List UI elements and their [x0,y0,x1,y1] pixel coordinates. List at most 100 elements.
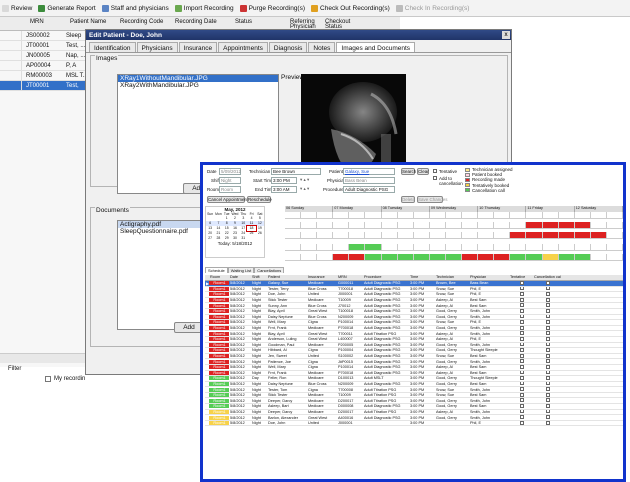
schedule-slot[interactable] [301,212,318,219]
tentative-checkbox-cell[interactable] [509,303,533,308]
tentative-checkbox[interactable] [519,364,524,369]
cancellation-checkbox-cell[interactable] [533,392,561,398]
tentative-checkbox-cell[interactable] [509,314,533,320]
schedule-slot[interactable] [606,222,623,229]
schedule-slot[interactable] [365,212,382,219]
column-header[interactable]: Procedure [363,275,409,280]
start-time-spinner-icon[interactable]: ▾ ▴ ▾ [300,177,309,183]
schedule-slot[interactable] [365,244,382,251]
search-button[interactable]: Search [401,168,416,175]
column-header[interactable]: Cancellation call [533,275,561,280]
subtab-waiting-list[interactable]: Waiting List [227,267,255,273]
schedule-slot[interactable] [542,232,559,239]
schedule-slot[interactable] [381,212,398,219]
schedule-slot[interactable] [478,222,495,229]
tentative-checkbox[interactable] [519,415,524,420]
tentative-checkbox-cell[interactable] [509,409,533,415]
calendar-day[interactable]: 27 [206,236,214,241]
toolbar-button-6[interactable]: Check In Recording(s) [395,4,469,12]
schedule-slot[interactable] [590,212,607,219]
schedule-slot[interactable] [526,244,543,251]
grid-header-0[interactable]: MRN [30,17,44,25]
grid-header-4[interactable]: Status [235,17,252,25]
tentative-checkbox-cell[interactable] [509,325,533,331]
schedule-slot[interactable] [333,244,350,251]
schedule-slot[interactable] [494,222,511,229]
cancellation-checkbox-cell[interactable] [533,348,561,353]
schedule-slot[interactable] [429,222,446,229]
tab-physicians[interactable]: Physicians [136,42,178,52]
tentative-checkbox[interactable] [519,314,524,319]
tentative-checkbox-cell[interactable] [509,392,533,398]
schedule-slot[interactable] [590,244,607,251]
delete-button[interactable]: Delete [401,196,415,203]
tentative-checkbox-cell[interactable] [509,404,533,409]
column-header[interactable]: Physician [469,275,509,280]
grid-header-2[interactable]: Recording Code [120,17,163,25]
cancel-appointment-button[interactable]: Cancel Appointment [207,196,248,203]
schedule-slot[interactable] [365,232,382,239]
schedule-slot[interactable] [317,254,334,261]
cancellation-checkbox-cell[interactable] [533,297,561,303]
end-time-input[interactable]: 3:00 AM [271,186,297,193]
schedule-slot[interactable] [381,244,398,251]
room-select[interactable]: Room [219,186,241,193]
start-time-input[interactable]: 3:00 PM [271,177,297,184]
close-icon[interactable]: x [502,31,510,39]
tentative-checkbox[interactable] [519,336,524,341]
tentative-checkbox[interactable] [519,387,524,392]
cancellation-checkbox-cell[interactable] [533,320,561,325]
tentative-checkbox[interactable] [519,303,524,308]
toolbar-button-4[interactable]: Purge Recording(s) [239,4,305,12]
column-header[interactable]: Time [409,275,435,280]
schedule-slot[interactable] [301,222,318,229]
schedule-slot[interactable] [526,212,543,219]
cancellation-call-checkbox[interactable] [545,420,550,425]
tentative-checkbox[interactable] [519,359,524,364]
schedule-slot[interactable] [317,232,334,239]
clear-button[interactable]: Clear [417,168,429,175]
tab-insurance[interactable]: Insurance [178,42,218,52]
schedule-slot[interactable] [478,232,495,239]
schedule-slot[interactable] [333,222,350,229]
cancellation-checkbox-cell[interactable] [533,281,561,286]
month-calendar[interactable]: May, 2012 Sun Mon Tue Wed Thu Fri Sat 1 2 3 4 5 6 7 8 9… [205,206,265,258]
schedule-slot[interactable] [478,244,495,251]
schedule-slot[interactable] [526,222,543,229]
schedule-slot[interactable] [285,244,302,251]
schedule-slot[interactable] [317,222,334,229]
tentative-checkbox-cell[interactable] [509,292,533,297]
schedule-slot[interactable] [429,212,446,219]
schedule-slot[interactable] [413,244,430,251]
toolbar-button-3[interactable]: Import Recording [174,4,234,12]
tentative-checkbox[interactable] [519,281,524,285]
tentative-checkbox[interactable] [519,392,524,397]
schedule-slot[interactable] [590,232,607,239]
schedule-slot[interactable] [333,212,350,219]
schedule-slot[interactable] [574,244,591,251]
tab-appointments[interactable]: Appointments [218,42,268,52]
tentative-checkbox-cell[interactable] [509,376,533,381]
schedule-slot[interactable] [510,212,527,219]
save-changes-button[interactable]: Save Changes [417,196,448,203]
tab-diagnosis[interactable]: Diagnosis [268,42,308,52]
schedule-slot[interactable] [397,212,414,219]
schedule-slot[interactable] [606,232,623,239]
procedure-select[interactable]: Adult Diagnostic PSG [343,186,395,193]
subtab-schedule[interactable]: Schedule [205,267,228,273]
schedule-slot[interactable] [462,244,479,251]
schedule-slot[interactable] [349,254,366,261]
cancellation-checkbox-cell[interactable] [533,359,561,364]
tentative-checkbox[interactable] [519,331,524,336]
tentative-checkbox-cell[interactable] [509,342,533,348]
tentative-checkbox-cell[interactable] [509,297,533,303]
cancellation-call-checkbox[interactable] [545,325,550,330]
schedule-slot[interactable] [397,254,414,261]
schedule-slot[interactable] [381,254,398,261]
schedule-slot[interactable] [542,244,559,251]
column-header[interactable]: Insurance [307,275,337,280]
cancellation-checkbox-cell[interactable] [533,387,561,392]
tentative-checkbox[interactable] [519,409,524,414]
schedule-slot[interactable] [413,222,430,229]
cancellation-checkbox-cell[interactable] [533,364,561,370]
